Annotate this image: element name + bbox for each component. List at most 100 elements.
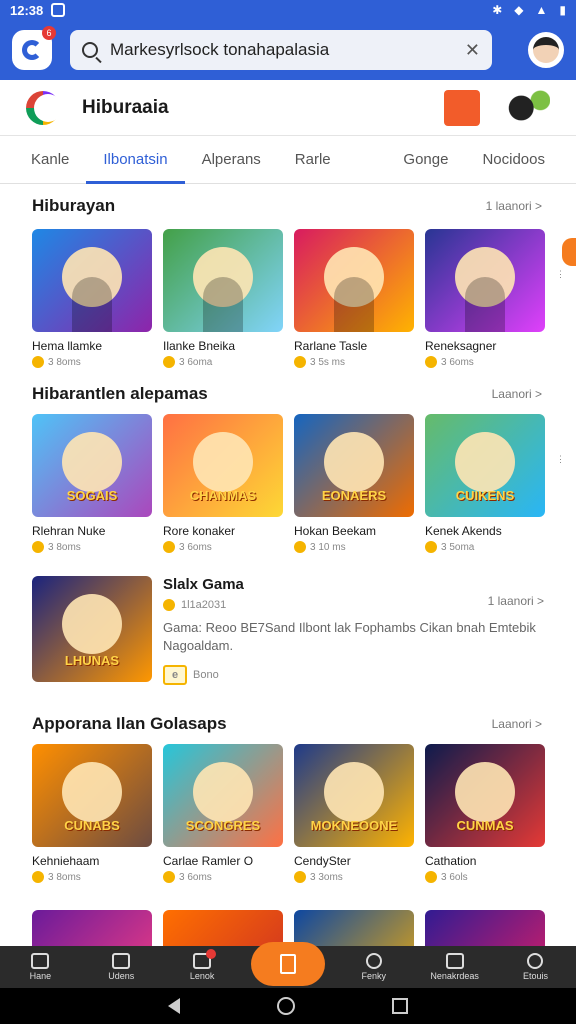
search-icon xyxy=(82,42,98,58)
chat-badge xyxy=(206,949,217,959)
game-name: Kenek Akends xyxy=(425,524,502,538)
system-nav-bar xyxy=(0,988,576,1024)
game-card[interactable] xyxy=(32,910,152,946)
recents-icon[interactable] xyxy=(391,998,408,1014)
game-card[interactable]: CUNABS Kehniehaam 3 8oms xyxy=(32,744,152,883)
coin-icon xyxy=(163,541,175,553)
game-card[interactable]: CUIKENS Kenek Akends 3 5oma xyxy=(425,414,545,553)
coin-icon xyxy=(163,599,175,611)
nav-center-button[interactable] xyxy=(250,942,325,986)
game-rating: 3 6oma xyxy=(163,356,283,368)
game-card[interactable]: Hema llamke 3 8oms xyxy=(32,229,152,368)
game-card[interactable]: CUNMAS Cathation 3 6ols xyxy=(425,744,545,883)
game-thumbnail: CUIKENS xyxy=(425,414,545,517)
coin-icon xyxy=(294,871,306,883)
nav-profile[interactable]: Etouis xyxy=(503,953,567,981)
game-name: Kehniehaam xyxy=(32,854,100,868)
back-icon[interactable] xyxy=(168,998,181,1014)
coin-icon xyxy=(32,871,44,883)
avatar[interactable] xyxy=(528,32,564,68)
search-input[interactable] xyxy=(110,40,465,60)
partner-logo-icon[interactable] xyxy=(502,88,550,127)
more-dots-icon[interactable]: ⋮ xyxy=(556,270,565,279)
tab-alperans[interactable]: Alperans xyxy=(185,136,278,184)
game-card[interactable] xyxy=(425,910,545,946)
wifi-icon: ◆ xyxy=(514,3,524,17)
game-rating: 3 8oms xyxy=(32,871,152,883)
see-more-link[interactable]: 1 laanori > xyxy=(486,199,542,213)
section-title: Hibarantlen alepamas xyxy=(32,384,208,403)
game-thumbnail: CHANMAS xyxy=(163,414,283,517)
game-card[interactable]: MOKNEOONE CendySter 3 3oms xyxy=(294,744,414,883)
game-name: Cathation xyxy=(425,854,477,868)
game-thumbnail xyxy=(32,910,152,946)
featured-description: Gama: Reoo BE7Sand Ilbont lak Fophambs C… xyxy=(163,620,536,653)
game-thumbnail xyxy=(425,910,545,946)
see-more-link[interactable]: Laanori > xyxy=(492,717,542,731)
game-card[interactable]: CHANMAS Rore konaker 3 6oms xyxy=(163,414,283,553)
app-logo-button[interactable]: 6 xyxy=(12,26,56,70)
game-card[interactable] xyxy=(163,910,283,946)
coin-icon xyxy=(32,356,44,368)
nav-list[interactable]: Udens xyxy=(89,953,153,981)
more-dots-icon[interactable]: ⋮ xyxy=(556,455,565,464)
status-icons: ✱ ◆ ▲ ▮ xyxy=(492,3,566,17)
game-card[interactable]: Ilanke Bneika 3 6oma xyxy=(163,229,283,368)
app-logo-icon xyxy=(22,40,42,60)
gallery-icon xyxy=(445,953,464,969)
section-header: Hibarantlen alepamas Laanori > xyxy=(32,384,542,404)
coin-icon xyxy=(425,871,437,883)
game-card[interactable]: SOGAIS Rlehran Nuke 3 8oms xyxy=(32,414,152,553)
nav-search[interactable]: Fenky xyxy=(342,953,406,981)
home-circle-icon[interactable] xyxy=(276,997,295,1015)
game-card[interactable]: Rarlane Tasle 3 5s ms xyxy=(294,229,414,368)
game-name: Hema llamke xyxy=(32,339,103,353)
list-icon xyxy=(112,953,131,969)
game-thumbnail: CUNABS xyxy=(32,744,152,847)
featured-title: Slalx Gama xyxy=(163,576,244,593)
see-more-link[interactable]: Laanori > xyxy=(492,387,542,401)
tab-ilbonatsin[interactable]: Ilbonatsin xyxy=(86,136,185,184)
game-thumbnail: SCONGRES xyxy=(163,744,283,847)
game-thumbnail xyxy=(294,229,414,332)
notification-icon xyxy=(51,3,66,17)
status-time: 12:38 xyxy=(10,2,44,18)
game-grid: SOGAIS Rlehran Nuke 3 8oms CHANMAS Rore … xyxy=(32,414,545,553)
tab-rarle[interactable]: Rarle xyxy=(278,136,348,184)
nav-gallery[interactable]: Nenakrdeas xyxy=(423,953,487,981)
see-more-link[interactable]: 1 laanori > xyxy=(488,594,544,608)
brand-logo-icon xyxy=(26,90,62,125)
clear-icon[interactable]: ✕ xyxy=(465,40,480,61)
game-rating: 3 6ols xyxy=(425,871,545,883)
brand-bar: Hiburaaia xyxy=(0,80,576,136)
game-card[interactable]: EONAERS Hokan Beekam 3 10 ms xyxy=(294,414,414,553)
section-title: Apporana Ilan Golasaps xyxy=(32,714,227,733)
game-grid: CUNABS Kehniehaam 3 8oms SCONGRES Carlae… xyxy=(32,744,545,883)
chat-icon xyxy=(193,949,217,969)
search-bar[interactable]: ✕ xyxy=(70,30,492,70)
home-icon xyxy=(31,953,50,969)
game-thumbnail xyxy=(163,229,283,332)
tag-icon: e xyxy=(163,665,187,685)
side-handle[interactable] xyxy=(562,238,576,266)
tab-kanle[interactable]: Kanle xyxy=(14,136,86,184)
bottom-nav: Hane Udens Lenok Fenky Nenakrdeas Etouis xyxy=(0,942,576,988)
game-name: Ilanke Bneika xyxy=(163,339,236,353)
game-card[interactable]: SCONGRES Carlae Ramler O 3 6oms xyxy=(163,744,283,883)
tab-nocidoos[interactable]: Nocidoos xyxy=(465,136,562,184)
game-card[interactable] xyxy=(294,910,414,946)
tab-gonge[interactable]: Gonge xyxy=(386,136,465,184)
nav-chat[interactable]: Lenok xyxy=(170,949,234,981)
featured-game[interactable]: LHUNAS Slalx Gama 1l1a2031 Gama: Reoo BE… xyxy=(32,576,544,686)
featured-tag: e Bono xyxy=(163,665,544,685)
coin-icon xyxy=(425,356,437,368)
game-thumbnail: EONAERS xyxy=(294,414,414,517)
nav-home[interactable]: Hane xyxy=(8,953,72,981)
game-thumbnail xyxy=(32,229,152,332)
game-card[interactable]: Reneksagner 3 6oms xyxy=(425,229,545,368)
game-thumbnail xyxy=(294,910,414,946)
promo-icon[interactable] xyxy=(444,89,480,126)
game-name: Carlae Ramler O xyxy=(163,854,254,868)
game-name: Rlehran Nuke xyxy=(32,524,106,538)
game-rating: 3 8oms xyxy=(32,356,152,368)
